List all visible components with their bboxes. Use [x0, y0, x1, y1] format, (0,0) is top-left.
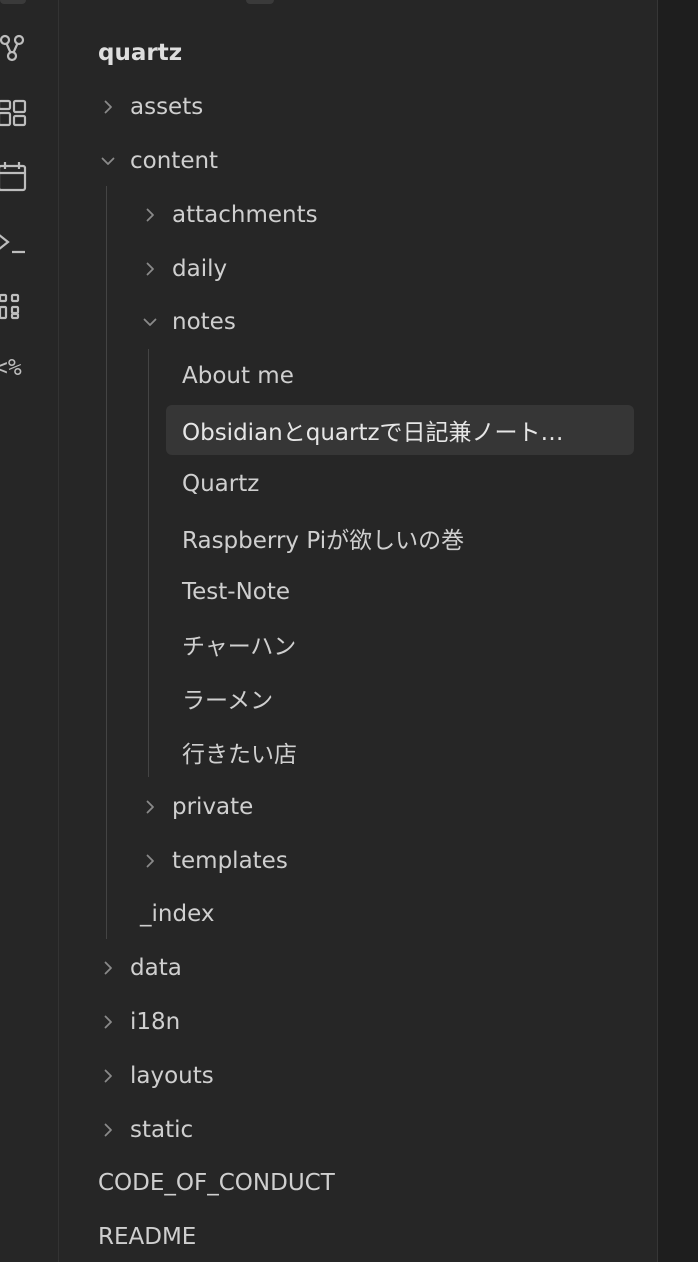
file-obsidian-quartz-note[interactable]: Obsidianとquartzで日記兼ノート… — [182, 406, 564, 454]
folder-content[interactable]: content — [98, 137, 218, 185]
file-label: README — [98, 1224, 197, 1250]
file-readme[interactable]: README — [98, 1213, 196, 1261]
chevron-right-icon — [142, 261, 158, 277]
folder-attachments[interactable]: attachments — [140, 191, 318, 239]
folder-label: notes — [172, 309, 236, 335]
chevron-right-icon — [100, 99, 116, 115]
chevron-right-icon — [100, 1014, 116, 1030]
file-index[interactable]: _index — [140, 890, 214, 938]
file-ramen[interactable]: ラーメン — [182, 674, 273, 722]
folder-templates[interactable]: templates — [140, 837, 288, 885]
graph-icon[interactable] — [0, 28, 32, 68]
folder-i18n[interactable]: i18n — [98, 998, 180, 1046]
folder-label: attachments — [172, 202, 318, 228]
file-label: 行きたい店 — [182, 742, 297, 768]
vault-root[interactable]: quartz — [98, 29, 182, 77]
chevron-right-icon — [100, 1122, 116, 1138]
file-label: Obsidianとquartzで日記兼ノート… — [182, 420, 564, 446]
chevron-right-icon — [100, 1068, 116, 1084]
folder-label: assets — [130, 94, 204, 120]
editor-edge — [657, 0, 698, 1262]
file-label: Test-Note — [182, 579, 291, 605]
explorer-top-stub — [246, 0, 274, 4]
chevron-right-icon — [100, 960, 116, 976]
calendar-icon[interactable] — [0, 157, 32, 197]
folder-label: layouts — [130, 1063, 214, 1089]
canvas-icon[interactable] — [0, 93, 32, 133]
folder-data[interactable]: data — [98, 944, 182, 992]
file-about-me[interactable]: About me — [182, 352, 294, 400]
blocks-icon[interactable] — [0, 286, 32, 326]
file-label: _index — [140, 901, 215, 927]
chevron-down-icon — [142, 314, 158, 330]
file-places-to-go[interactable]: 行きたい店 — [182, 728, 297, 776]
folder-notes[interactable]: notes — [140, 298, 236, 346]
file-code-of-conduct[interactable]: CODE_OF_CONDUCT — [98, 1159, 335, 1207]
folder-layouts[interactable]: layouts — [98, 1052, 214, 1100]
vault-root-label: quartz — [98, 40, 183, 66]
folder-label: static — [130, 1117, 194, 1143]
folder-label: private — [172, 794, 254, 820]
folder-private[interactable]: private — [140, 783, 253, 831]
file-label: Quartz — [182, 471, 260, 497]
folder-static[interactable]: static — [98, 1106, 193, 1154]
folder-label: daily — [172, 256, 228, 282]
file-fried-rice[interactable]: チャーハン — [182, 620, 296, 668]
folder-label: data — [130, 955, 182, 981]
ribbon: <% — [0, 0, 59, 1262]
templater-icon[interactable]: <% — [0, 355, 22, 381]
folder-label: templates — [172, 848, 288, 874]
file-raspberry-pi[interactable]: Raspberry Piが欲しいの巻 — [182, 514, 464, 562]
file-test-note[interactable]: Test-Note — [182, 568, 290, 616]
file-label: ラーメン — [182, 688, 274, 714]
folder-assets[interactable]: assets — [98, 83, 203, 131]
folder-label: i18n — [130, 1009, 181, 1035]
file-label: Raspberry Piが欲しいの巻 — [182, 528, 465, 554]
chevron-down-icon — [100, 153, 116, 169]
terminal-icon[interactable] — [0, 222, 32, 262]
chevron-right-icon — [142, 207, 158, 223]
file-label: チャーハン — [182, 634, 297, 660]
file-quartz[interactable]: Quartz — [182, 460, 259, 508]
ribbon-top-stub — [0, 0, 26, 4]
file-label: CODE_OF_CONDUCT — [98, 1170, 335, 1196]
folder-daily[interactable]: daily — [140, 245, 227, 293]
file-label: About me — [182, 363, 294, 389]
indent-guide-content — [106, 186, 107, 939]
chevron-right-icon — [142, 853, 158, 869]
indent-guide-notes — [148, 349, 149, 777]
chevron-right-icon — [142, 799, 158, 815]
folder-label: content — [130, 148, 219, 174]
